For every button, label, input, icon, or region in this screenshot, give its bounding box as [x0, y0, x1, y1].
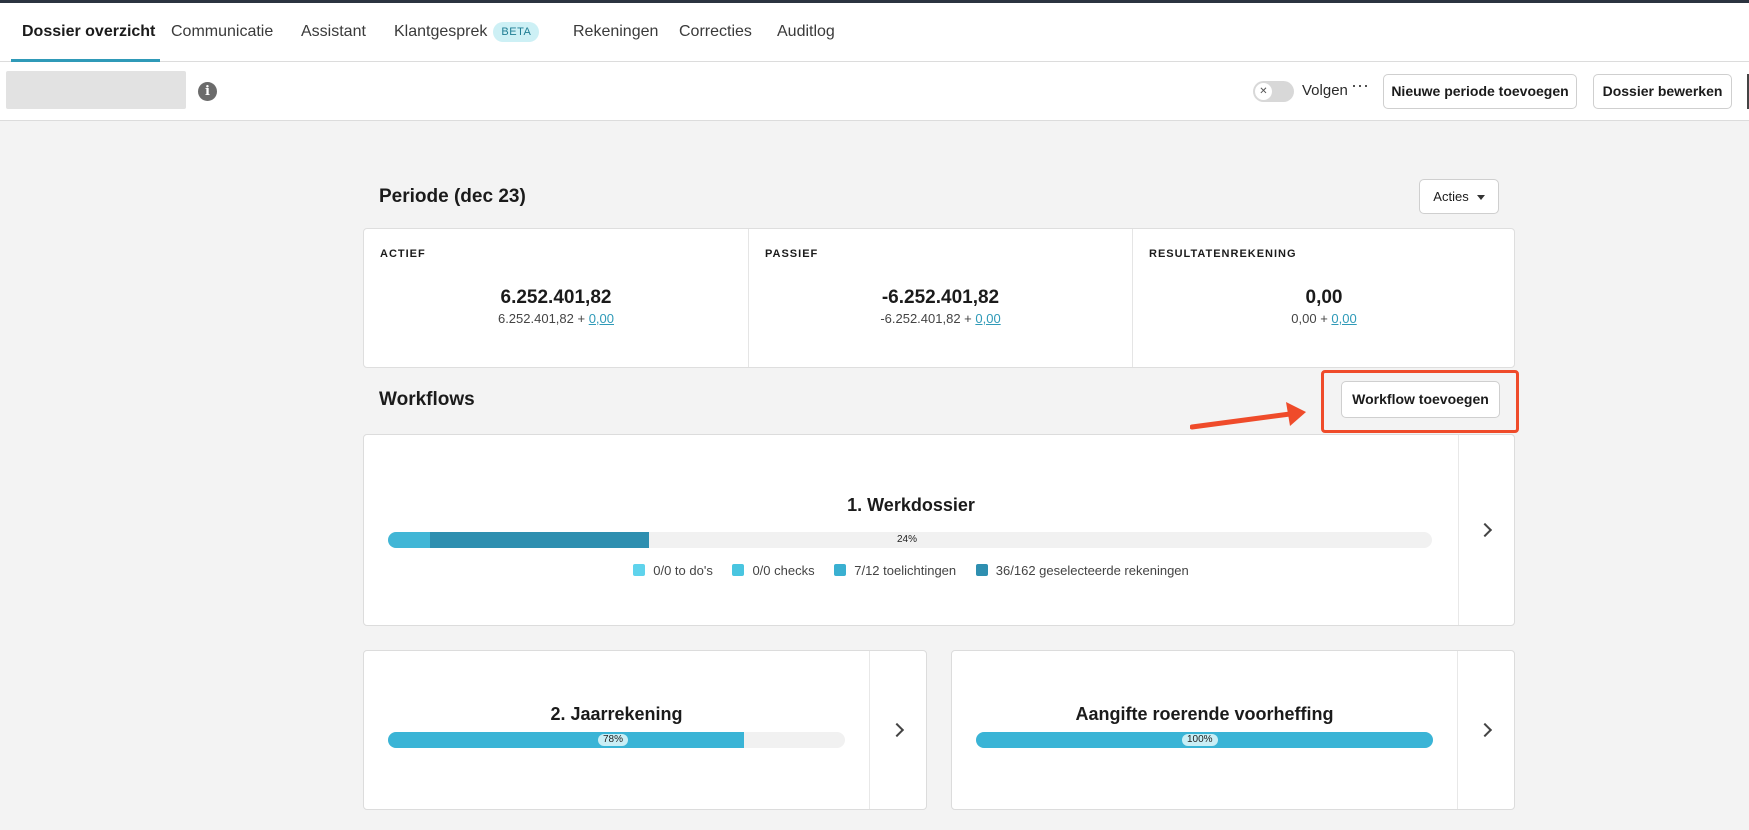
chevron-right-icon — [889, 722, 904, 738]
balance-base: 6.252.401,82 + — [497, 311, 589, 326]
chevron-right-icon — [1477, 722, 1492, 738]
close-icon: ✕ — [1255, 83, 1272, 100]
balance-base: -6.252.401,82 + — [880, 311, 976, 326]
more-horizontal-icon[interactable]: ⋯ — [1351, 76, 1369, 97]
workflow-card-aangifte[interactable]: Aangifte roerende voorheffing 100% — [951, 650, 1515, 810]
balance-label: PASSIEF — [765, 248, 819, 260]
progress-label: 100% — [1182, 734, 1218, 746]
tab-label: Communicatie — [171, 23, 274, 40]
tab-label: Rekeningen — [573, 23, 659, 40]
tab-klantgesprek[interactable]: Klantgesprek BETA — [394, 3, 540, 62]
balance-total: 0,00 — [1305, 287, 1343, 308]
tab-label: Correcties — [679, 23, 752, 40]
legend-label: 36/162 geselecteerde rekeningen — [995, 563, 1189, 578]
beta-badge: BETA — [493, 21, 540, 42]
dossier-name-placeholder — [6, 71, 186, 109]
legend-label: 7/12 toelichtingen — [854, 563, 957, 578]
tab-label: Assistant — [301, 23, 366, 40]
balance-breakdown: 0,00 + 0,00 — [1133, 311, 1515, 326]
legend-swatch — [834, 564, 847, 576]
follow-label: Volgen — [1302, 82, 1348, 99]
open-workflow-button[interactable] — [1457, 651, 1515, 809]
balance-correction-link[interactable]: 0,00 — [1331, 311, 1356, 326]
balance-total: -6.252.401,82 — [881, 287, 1000, 308]
legend-label: 0/0 checks — [752, 563, 815, 578]
add-workflow-button[interactable]: Workflow toevoegen — [1341, 381, 1500, 418]
workflow-progress-bar: 100% — [976, 732, 1433, 748]
legend-swatch — [975, 564, 988, 576]
balance-breakdown: 6.252.401,82 + 0,00 — [364, 311, 748, 326]
balance-summary-card: ACTIEF 6.252.401,82 6.252.401,82 + 0,00 … — [363, 228, 1515, 368]
tab-label: Klantgesprek — [394, 23, 488, 40]
balance-column-actief: ACTIEF 6.252.401,82 6.252.401,82 + 0,00 — [364, 229, 748, 367]
balance-column-resultatenrekening: RESULTATENREKENING 0,00 0,00 + 0,00 — [1132, 229, 1515, 367]
legend-item: 36/162 geselecteerde rekeningen — [975, 563, 1189, 578]
progress-label: 24% — [897, 534, 918, 545]
period-title: Periode (dec 23) — [379, 186, 526, 207]
legend-swatch — [732, 564, 745, 576]
tab-bar: Dossier overzicht Communicatie Assistant… — [0, 3, 1749, 62]
follow-toggle[interactable]: ✕ — [1253, 81, 1294, 102]
workflows-title: Workflows — [379, 389, 475, 410]
workflow-name: Aangifte roerende voorheffing — [1075, 704, 1334, 724]
legend-item: 0/0 checks — [732, 563, 815, 578]
legend-swatch — [633, 564, 646, 576]
tab-correcties[interactable]: Correcties — [679, 3, 752, 62]
balance-column-passief: PASSIEF -6.252.401,82 -6.252.401,82 + 0,… — [748, 229, 1132, 367]
balance-breakdown: -6.252.401,82 + 0,00 — [749, 311, 1132, 326]
workflow-progress-bar: 24% — [388, 532, 1432, 548]
progress-label: 78% — [598, 734, 629, 746]
workflow-name: 1. Werkdossier — [847, 495, 975, 515]
new-period-button[interactable]: Nieuwe periode toevoegen — [1383, 74, 1577, 109]
tab-rekeningen[interactable]: Rekeningen — [573, 3, 658, 62]
tab-label: Auditlog — [777, 23, 835, 40]
legend-item: 0/0 to do's — [633, 563, 713, 578]
balance-correction-link[interactable]: 0,00 — [589, 311, 614, 326]
workflow-card-werkdossier[interactable]: 1. Werkdossier 24% 0/0 to do's 0/0 check… — [363, 434, 1515, 626]
legend-item: 7/12 toelichtingen — [834, 563, 956, 578]
balance-total: 6.252.401,82 — [500, 287, 612, 308]
tab-communicatie[interactable]: Communicatie — [171, 3, 273, 62]
progress-segment — [429, 532, 649, 548]
info-icon[interactable]: i — [198, 82, 217, 101]
edit-dossier-button[interactable]: Dossier bewerken — [1593, 74, 1732, 109]
actions-label: Acties — [1433, 189, 1469, 204]
workflow-progress-bar: 78% — [388, 732, 845, 748]
annotation-arrow-icon — [1190, 402, 1306, 430]
tab-assistant[interactable]: Assistant — [301, 3, 366, 62]
open-workflow-button[interactable] — [1458, 435, 1515, 625]
actions-dropdown-button[interactable]: Acties — [1419, 179, 1499, 214]
workflow-name: 2. Jaarrekening — [550, 704, 683, 724]
workflow-card-jaarrekening[interactable]: 2. Jaarrekening 78% — [363, 650, 927, 810]
progress-segment — [388, 732, 745, 748]
balance-correction-link[interactable]: 0,00 — [975, 311, 1000, 326]
dossier-header: i ✕ Volgen ⋯ Nieuwe periode toevoegen Do… — [0, 62, 1749, 121]
progress-segment — [388, 532, 430, 548]
chevron-right-icon — [1477, 522, 1493, 538]
caret-down-icon — [1476, 195, 1485, 201]
balance-base: 0,00 + — [1291, 311, 1332, 326]
tab-auditlog[interactable]: Auditlog — [777, 3, 835, 62]
tab-label: Dossier overzicht — [22, 23, 156, 40]
balance-label: RESULTATENREKENING — [1149, 248, 1297, 260]
legend-label: 0/0 to do's — [653, 563, 713, 578]
tab-dossier-overzicht[interactable]: Dossier overzicht — [22, 3, 155, 62]
open-workflow-button[interactable] — [869, 651, 927, 809]
workflow-legend: 0/0 to do's 0/0 checks 7/12 toelichtinge… — [364, 563, 1458, 578]
balance-label: ACTIEF — [380, 248, 426, 260]
